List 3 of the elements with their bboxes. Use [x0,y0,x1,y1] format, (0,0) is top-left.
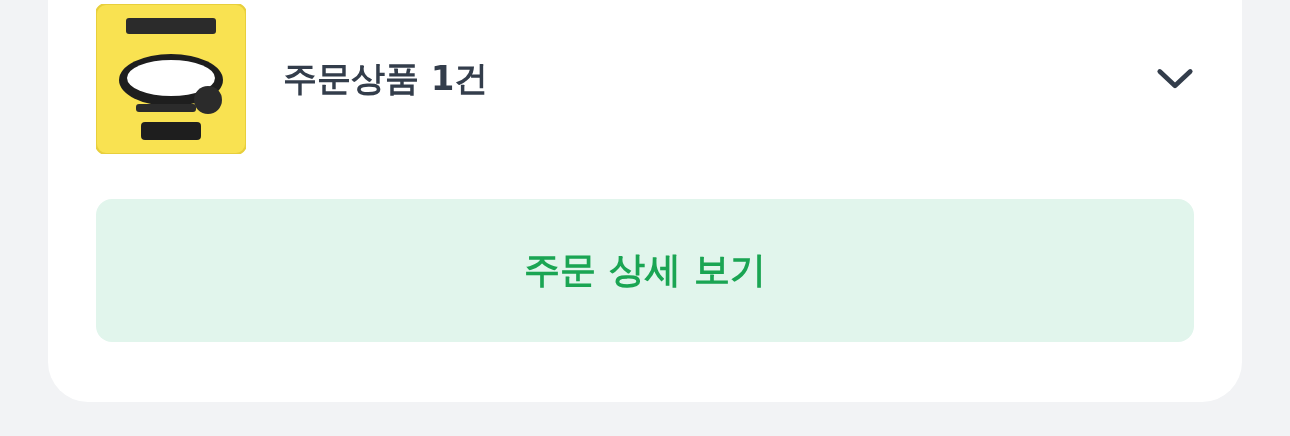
order-items-title: 주문상품 1건 [283,57,490,100]
order-detail-button[interactable]: 주문 상세 보기 [96,199,1194,342]
chevron-icon[interactable] [1156,67,1194,91]
